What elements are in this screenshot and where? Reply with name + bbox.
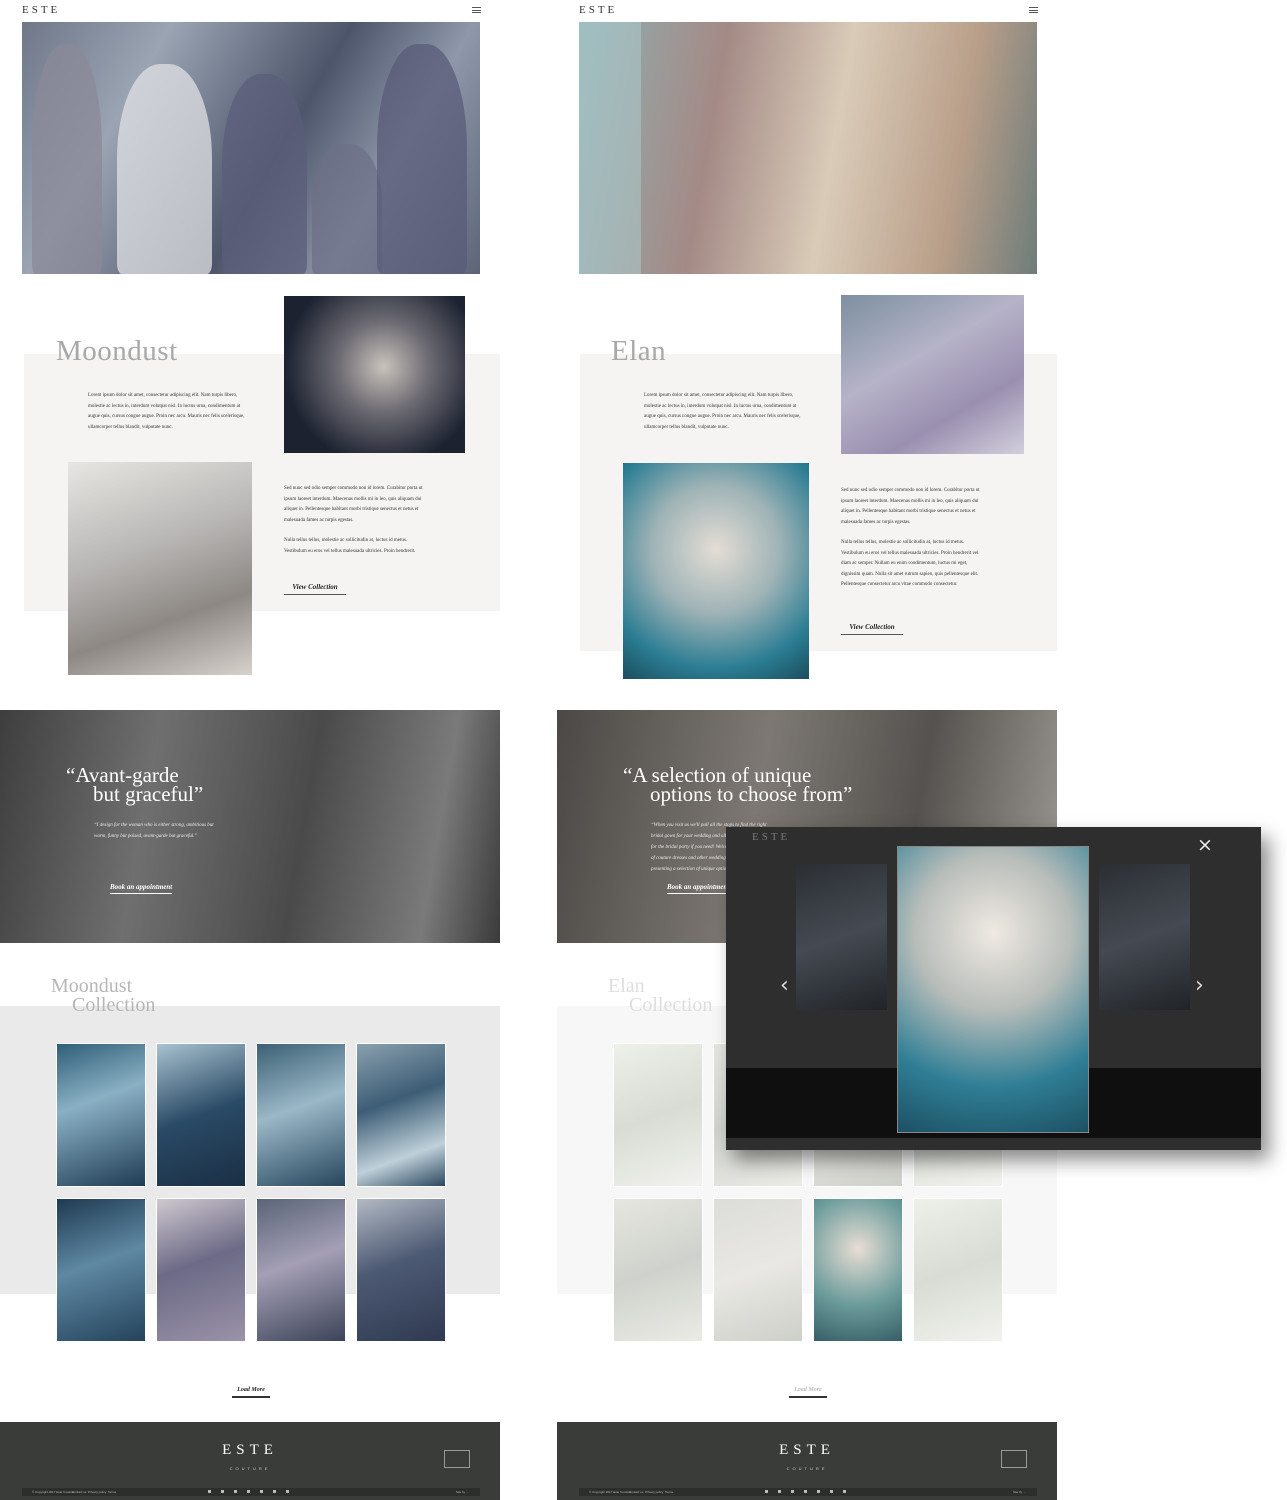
award-badge-icon	[444, 1450, 470, 1468]
footer-logo[interactable]: ESTE	[557, 1442, 1057, 1459]
footer-link[interactable]: Privacy policy	[645, 1490, 663, 1494]
book-appointment-link[interactable]: Book an appointment	[110, 883, 173, 894]
footer-link[interactable]: Privacy policy	[88, 1490, 106, 1494]
gallery-tile[interactable]	[913, 1198, 1003, 1342]
site-credit[interactable]: Site by ...	[1013, 1490, 1026, 1494]
footer-logo[interactable]: ESTE	[0, 1442, 500, 1459]
collection-feature-image	[284, 296, 465, 453]
footer-tagline: COUTURE	[229, 1466, 271, 1471]
collection-secondary-image	[68, 462, 252, 675]
footer: ESTE COUTURE © Copyright 2017 Este Coutu…	[0, 1422, 500, 1500]
gallery-tile[interactable]	[613, 1043, 703, 1187]
view-collection-link[interactable]: View Collection	[841, 616, 903, 635]
collection-feature-image	[841, 295, 1024, 454]
site-logo[interactable]: ESTE	[579, 4, 617, 16]
gallery-tile[interactable]	[356, 1043, 446, 1187]
site-credit[interactable]: Site by ...	[456, 1490, 469, 1494]
lightbox-next-image[interactable]	[1099, 864, 1190, 1010]
body-paragraph-1: Sed nunc sed odio semper commodo non id …	[284, 486, 423, 523]
lightbox-main-image	[897, 846, 1089, 1133]
social-icons[interactable]	[765, 1490, 856, 1494]
intro-paragraph: Lorem ipsum dolor sit amet, consectetur …	[88, 393, 245, 430]
book-appointment-link[interactable]: Book an appointment	[667, 883, 730, 894]
gallery-tile-active[interactable]	[813, 1198, 903, 1342]
gallery-tile[interactable]	[613, 1198, 703, 1342]
hero-image	[22, 22, 480, 274]
hamburger-menu-icon[interactable]	[472, 7, 481, 13]
intro-paragraph: Lorem ipsum dolor sit amet, consectetur …	[644, 393, 801, 430]
load-more-button[interactable]: Load More	[789, 1378, 827, 1398]
quote-banner: “Avant-garde but graceful” “I design for…	[0, 710, 500, 943]
view-collection-label: View Collection	[292, 583, 338, 591]
load-more-label: Load More	[794, 1387, 822, 1393]
hero-image	[579, 22, 1037, 274]
load-more-button[interactable]: Load More	[232, 1378, 270, 1398]
collection-title: Elan	[611, 335, 667, 367]
gallery-tile[interactable]	[156, 1043, 246, 1187]
gallery-tile[interactable]	[156, 1198, 246, 1342]
body-paragraph-2: Nulla tellus tellus, molestie ac sollici…	[841, 540, 979, 587]
award-badge-icon	[1001, 1450, 1027, 1468]
view-collection-link[interactable]: View Collection	[284, 576, 346, 595]
footer-tagline: COUTURE	[786, 1466, 828, 1471]
quote-description: “I design for the woman who is either st…	[94, 823, 214, 839]
gallery-tile[interactable]	[713, 1198, 803, 1342]
footer: ESTE COUTURE © Copyright 2017 Este Coutu…	[557, 1422, 1057, 1500]
footer-link[interactable]: Terms	[108, 1490, 116, 1494]
body-paragraph-2: Nulla tellus tellus, molestie ac sollici…	[284, 538, 416, 554]
copyright-text: © Copyright 2017 Este Couture	[32, 1490, 74, 1494]
gallery-tile[interactable]	[56, 1198, 146, 1342]
gallery-tile[interactable]	[256, 1198, 346, 1342]
gallery-heading-line-2: Collection	[72, 994, 156, 1016]
footer-link[interactable]: Terms	[665, 1490, 673, 1494]
lightbox-modal[interactable]: ESTE ‹ › ×	[726, 827, 1261, 1150]
gallery-tile[interactable]	[356, 1198, 446, 1342]
footer-link[interactable]: Contact us	[629, 1490, 643, 1494]
site-logo[interactable]: ESTE	[22, 4, 60, 16]
lightbox-logo: ESTE	[752, 831, 791, 843]
close-icon[interactable]: ×	[1197, 836, 1213, 855]
chevron-right-icon[interactable]: ›	[1195, 973, 1204, 998]
lightbox-prev-image[interactable]	[796, 864, 887, 1010]
gallery-tile[interactable]	[56, 1043, 146, 1187]
gallery-tile[interactable]	[256, 1043, 346, 1187]
view-collection-label: View Collection	[849, 623, 895, 631]
footer-bar: © Copyright 2017 Este Couture Contact us…	[579, 1488, 1037, 1496]
chevron-left-icon[interactable]: ‹	[780, 973, 789, 998]
hamburger-menu-icon[interactable]	[1029, 7, 1038, 13]
copyright-text: © Copyright 2017 Este Couture	[589, 1490, 631, 1494]
footer-link[interactable]: Contact us	[72, 1490, 86, 1494]
social-icons[interactable]	[208, 1490, 299, 1494]
quote-line-2: but graceful”	[93, 782, 204, 806]
footer-bar: © Copyright 2017 Este Couture Contact us…	[22, 1488, 480, 1496]
quote-line-2: options to choose from”	[650, 782, 853, 806]
body-paragraph-1: Sed nunc sed odio semper commodo non id …	[841, 488, 980, 525]
collection-title: Moondust	[56, 335, 178, 367]
load-more-label: Load More	[237, 1387, 265, 1393]
collection-secondary-image	[623, 463, 809, 679]
gallery-heading-line-2: Collection	[629, 994, 713, 1016]
